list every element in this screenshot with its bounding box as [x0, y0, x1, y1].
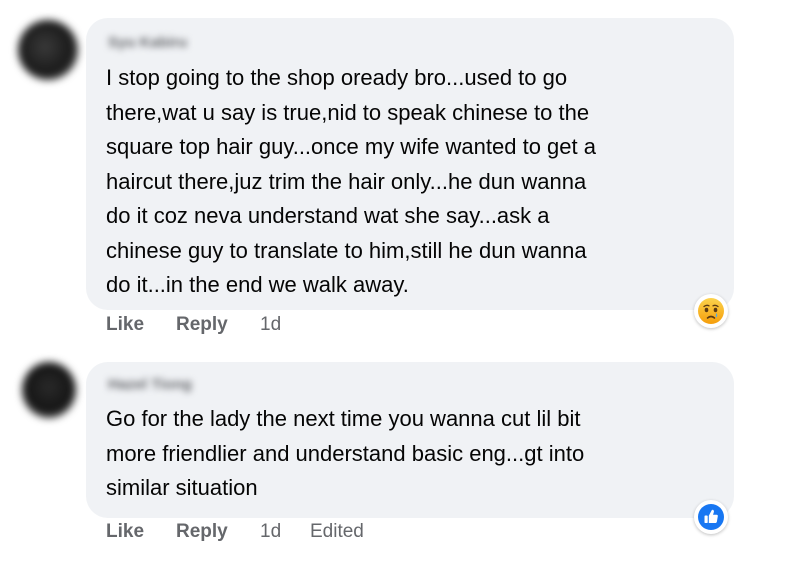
comment-text-line: square top hair guy...once my wife wante… — [106, 134, 596, 159]
reply-button[interactable]: Reply — [176, 521, 228, 543]
like-button[interactable]: Like — [106, 314, 144, 336]
comment-text-line: do it coz neva understand wat she say...… — [106, 203, 550, 228]
comment-timestamp[interactable]: 1d — [260, 314, 281, 336]
comment-bubble: Syu Kabiru I stop going to the shop orea… — [86, 18, 734, 310]
comment-text-line: Go for the lady the next time you wanna … — [106, 406, 581, 431]
comment-text-line: do it...in the end we walk away. — [106, 272, 409, 297]
comment-text: I stop going to the shop oready bro...us… — [106, 61, 712, 303]
like-reaction-icon[interactable] — [694, 500, 728, 534]
avatar[interactable] — [22, 362, 76, 418]
comment-author[interactable]: Syu Kabiru — [108, 34, 187, 51]
comment-text-line: similar situation — [106, 475, 258, 500]
sad-reaction-icon[interactable] — [694, 294, 728, 328]
like-button[interactable]: Like — [106, 521, 144, 543]
comment-text-line: haircut there,juz trim the hair only...h… — [106, 168, 587, 194]
reply-button[interactable]: Reply — [176, 314, 228, 336]
avatar[interactable] — [18, 20, 78, 80]
comment-text: Go for the lady the next time you wanna … — [106, 402, 712, 506]
comment-author[interactable]: Hazel Tiong — [108, 376, 192, 393]
comment-bubble: Hazel Tiong Go for the lady the next tim… — [86, 362, 734, 518]
comment-text-line: chinese guy to translate to him,still he… — [106, 237, 587, 263]
comment-timestamp[interactable]: 1d — [260, 521, 281, 543]
edited-label[interactable]: Edited — [310, 521, 364, 543]
comment-text-line: there,wat u say is true,nid to speak chi… — [106, 99, 590, 125]
comment-text-line: more friendlier and understand basic eng… — [106, 440, 585, 466]
comment-text-line: I stop going to the shop oready bro...us… — [106, 65, 568, 90]
